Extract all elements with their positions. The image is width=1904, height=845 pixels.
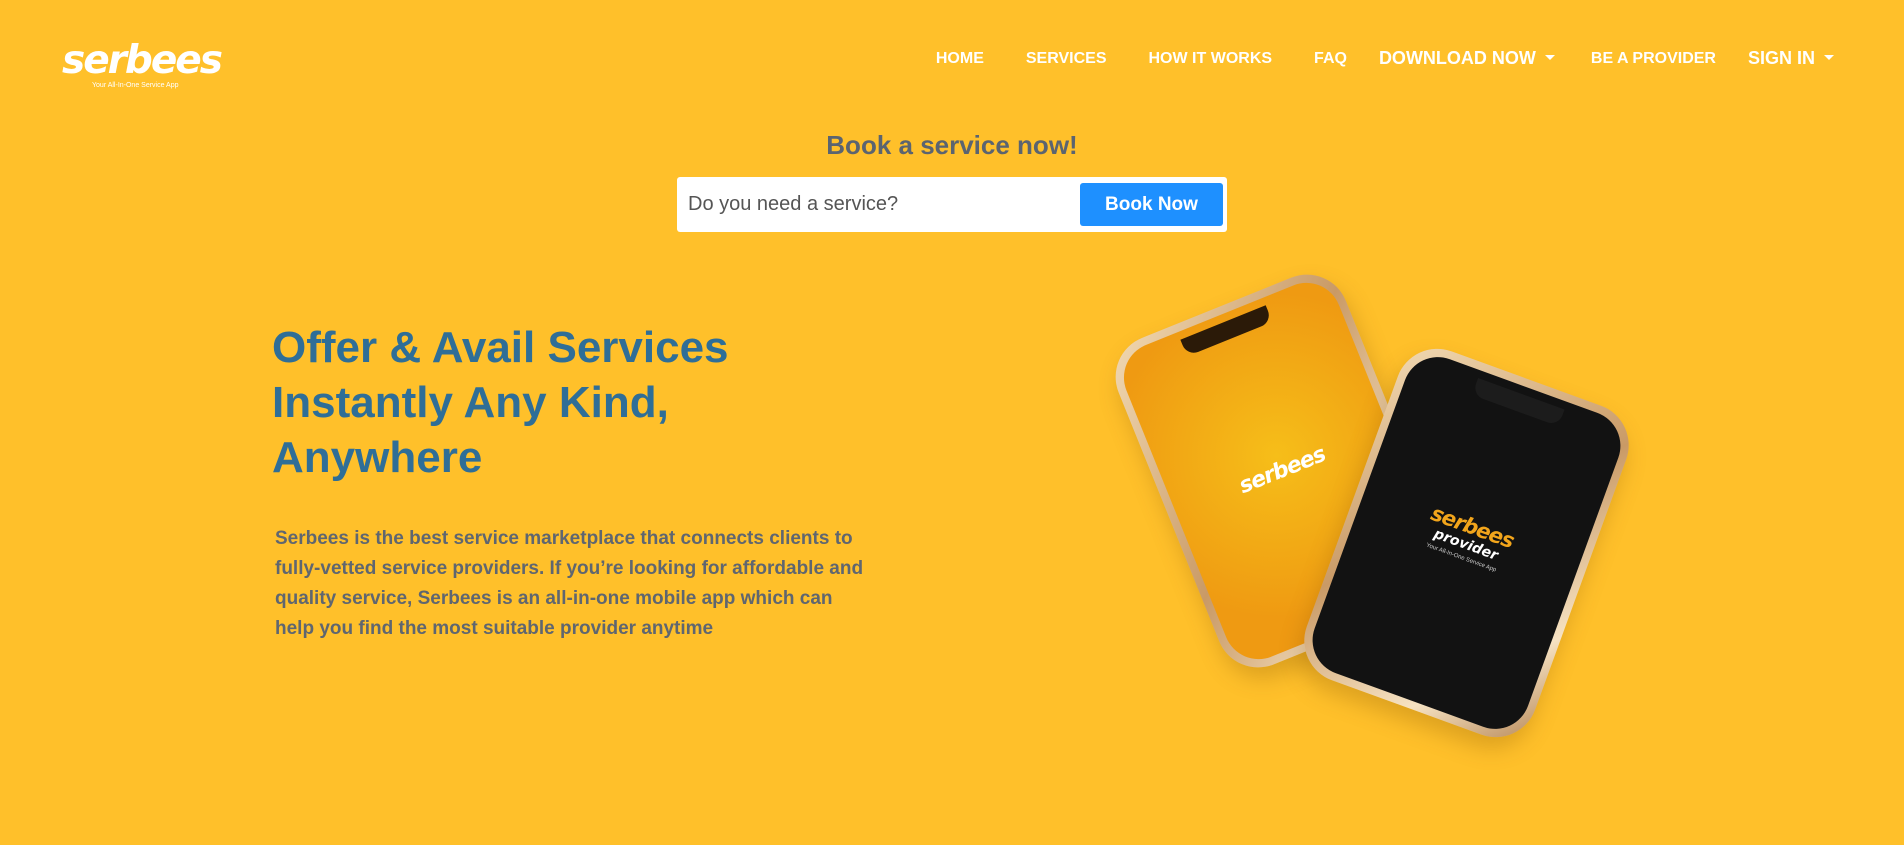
logo-wordmark: serbees [62,38,223,83]
hero-title-line: Instantly Any Kind, [272,378,669,427]
hero-title: Offer & Avail Services Instantly Any Kin… [272,320,792,485]
nav-download-now-label: DOWNLOAD NOW [1378,48,1536,68]
service-search-input[interactable] [681,181,1080,228]
phone-notch [1179,305,1272,357]
chevron-down-icon [1544,55,1555,60]
nav-faq[interactable]: FAQ [1314,50,1347,68]
logo-tagline: Your All-In-One Service App [92,82,179,89]
nav-sign-in-dropdown[interactable]: SIGN IN [1748,48,1834,69]
booking-bar: Book Now [677,177,1227,232]
book-now-button[interactable]: Book Now [1080,183,1223,226]
main-nav: HOME SERVICES HOW IT WORKS FAQ DOWNLOAD … [894,48,1834,69]
booking-heading: Book a service now! [826,130,1078,160]
nav-how-it-works[interactable]: HOW IT WORKS [1149,50,1273,68]
phones-illustration: serbees serbees provider Your All-In-One… [1102,261,1650,750]
nav-be-a-provider[interactable]: BE A PROVIDER [1591,50,1716,68]
hero-description: Serbees is the best service marketplace … [275,528,864,639]
brand-logo[interactable]: serbees Your All-In-One Service App [62,38,223,92]
nav-home[interactable]: HOME [936,50,984,68]
nav-services[interactable]: SERVICES [1026,50,1107,68]
hero-title-line: Offer & Avail Services [272,323,729,372]
chevron-down-icon [1824,55,1834,60]
nav-download-now-dropdown[interactable]: DOWNLOAD NOW [1379,48,1555,69]
hero-title-line: Anywhere [272,433,483,482]
phone-notch [1471,377,1565,427]
nav-sign-in-label: SIGN IN [1747,48,1815,68]
